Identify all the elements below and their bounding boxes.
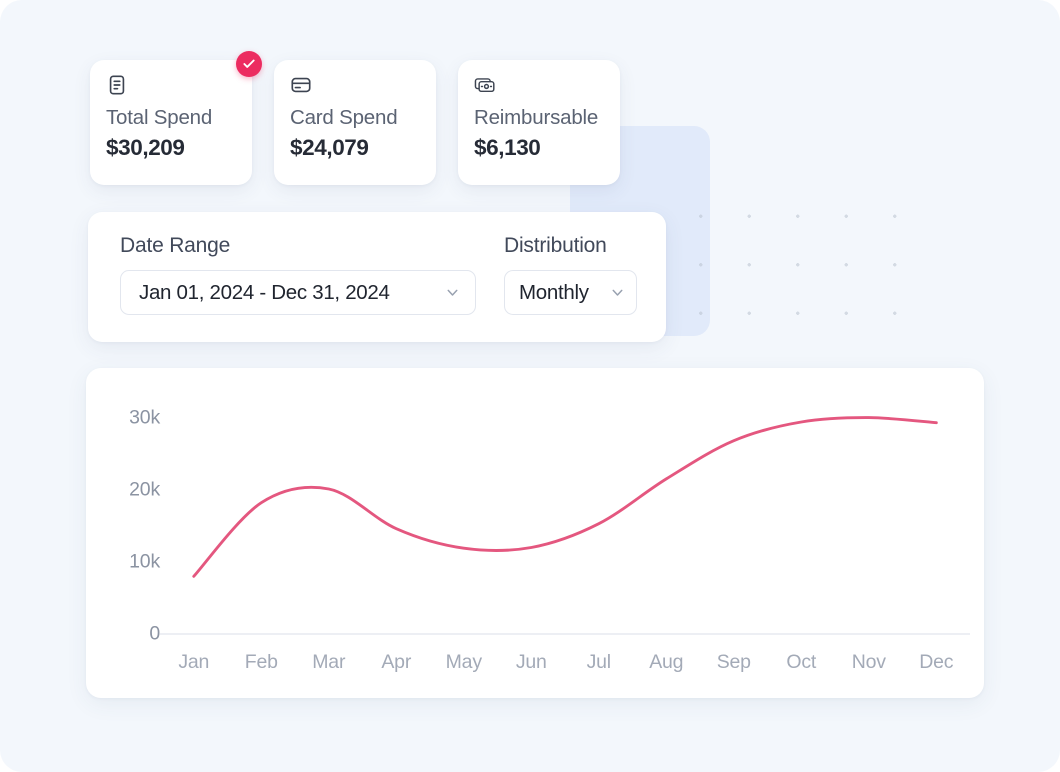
check-badge-icon bbox=[236, 51, 262, 77]
x-axis-tick: Jan bbox=[178, 651, 210, 673]
chart-area: 0 10k 20k 30k Jan Feb Mar Apr May Jun Jul Aug Sep Oc… bbox=[86, 368, 984, 698]
stat-label: Total Spend bbox=[106, 106, 213, 129]
banknotes-icon bbox=[474, 74, 496, 96]
x-axis-tick: Dec bbox=[919, 651, 954, 673]
date-range-value: Jan 01, 2024 - Dec 31, 2024 bbox=[139, 280, 390, 304]
x-axis-tick: Aug bbox=[649, 651, 684, 673]
stat-card-card-spend[interactable]: Card Spend $24,079 bbox=[274, 60, 436, 185]
stat-card-total-spend[interactable]: Total Spend $30,209 bbox=[90, 51, 262, 185]
chevron-down-icon bbox=[444, 284, 461, 301]
x-axis-tick: Jul bbox=[586, 651, 612, 673]
credit-card-icon bbox=[290, 74, 312, 96]
distribution-value: Monthly bbox=[519, 280, 589, 304]
x-axis-tick: May bbox=[445, 651, 482, 673]
stats-card-row: Total Spend $30,209 Card Spend $24,079 R… bbox=[90, 51, 620, 185]
stat-label: Card Spend bbox=[290, 106, 398, 129]
spend-chart-card: 0 10k 20k 30k Jan Feb Mar Apr May Jun Jul Aug Sep Oc… bbox=[86, 368, 984, 698]
x-axis-tick: Oct bbox=[786, 651, 817, 673]
x-axis-tick: Feb bbox=[244, 651, 278, 673]
distribution-select[interactable]: Monthly bbox=[504, 270, 637, 315]
receipt-icon bbox=[106, 74, 128, 96]
spend-line-path bbox=[192, 416, 938, 578]
distribution-field: Distribution Monthly bbox=[504, 234, 637, 320]
stat-value: $6,130 bbox=[474, 135, 541, 160]
x-axis-tick: Mar bbox=[312, 651, 346, 673]
app-root: Total Spend $30,209 Card Spend $24,079 R… bbox=[0, 0, 1060, 772]
stat-value: $24,079 bbox=[290, 135, 369, 160]
date-range-label: Date Range bbox=[120, 234, 231, 257]
filters-panel: Date Range Jan 01, 2024 - Dec 31, 2024 D… bbox=[88, 212, 666, 342]
x-axis-labels: Jan Feb Mar Apr May Jun Jul Aug Sep Oct Nov Dec bbox=[160, 651, 970, 674]
x-axis-tick: Nov bbox=[851, 651, 886, 673]
x-axis-tick: Apr bbox=[381, 651, 412, 673]
x-axis-tick: Jun bbox=[515, 651, 547, 673]
x-axis-tick: Sep bbox=[716, 651, 751, 673]
distribution-label: Distribution bbox=[504, 234, 607, 257]
chevron-down-icon bbox=[609, 284, 626, 301]
spend-line-chart bbox=[160, 416, 970, 635]
date-range-select[interactable]: Jan 01, 2024 - Dec 31, 2024 bbox=[120, 270, 476, 315]
stat-card-reimbursable[interactable]: Reimbursable $6,130 bbox=[458, 60, 620, 185]
stat-value: $30,209 bbox=[106, 135, 185, 160]
date-range-field: Date Range Jan 01, 2024 - Dec 31, 2024 bbox=[120, 234, 476, 320]
stat-label: Reimbursable bbox=[474, 106, 599, 129]
